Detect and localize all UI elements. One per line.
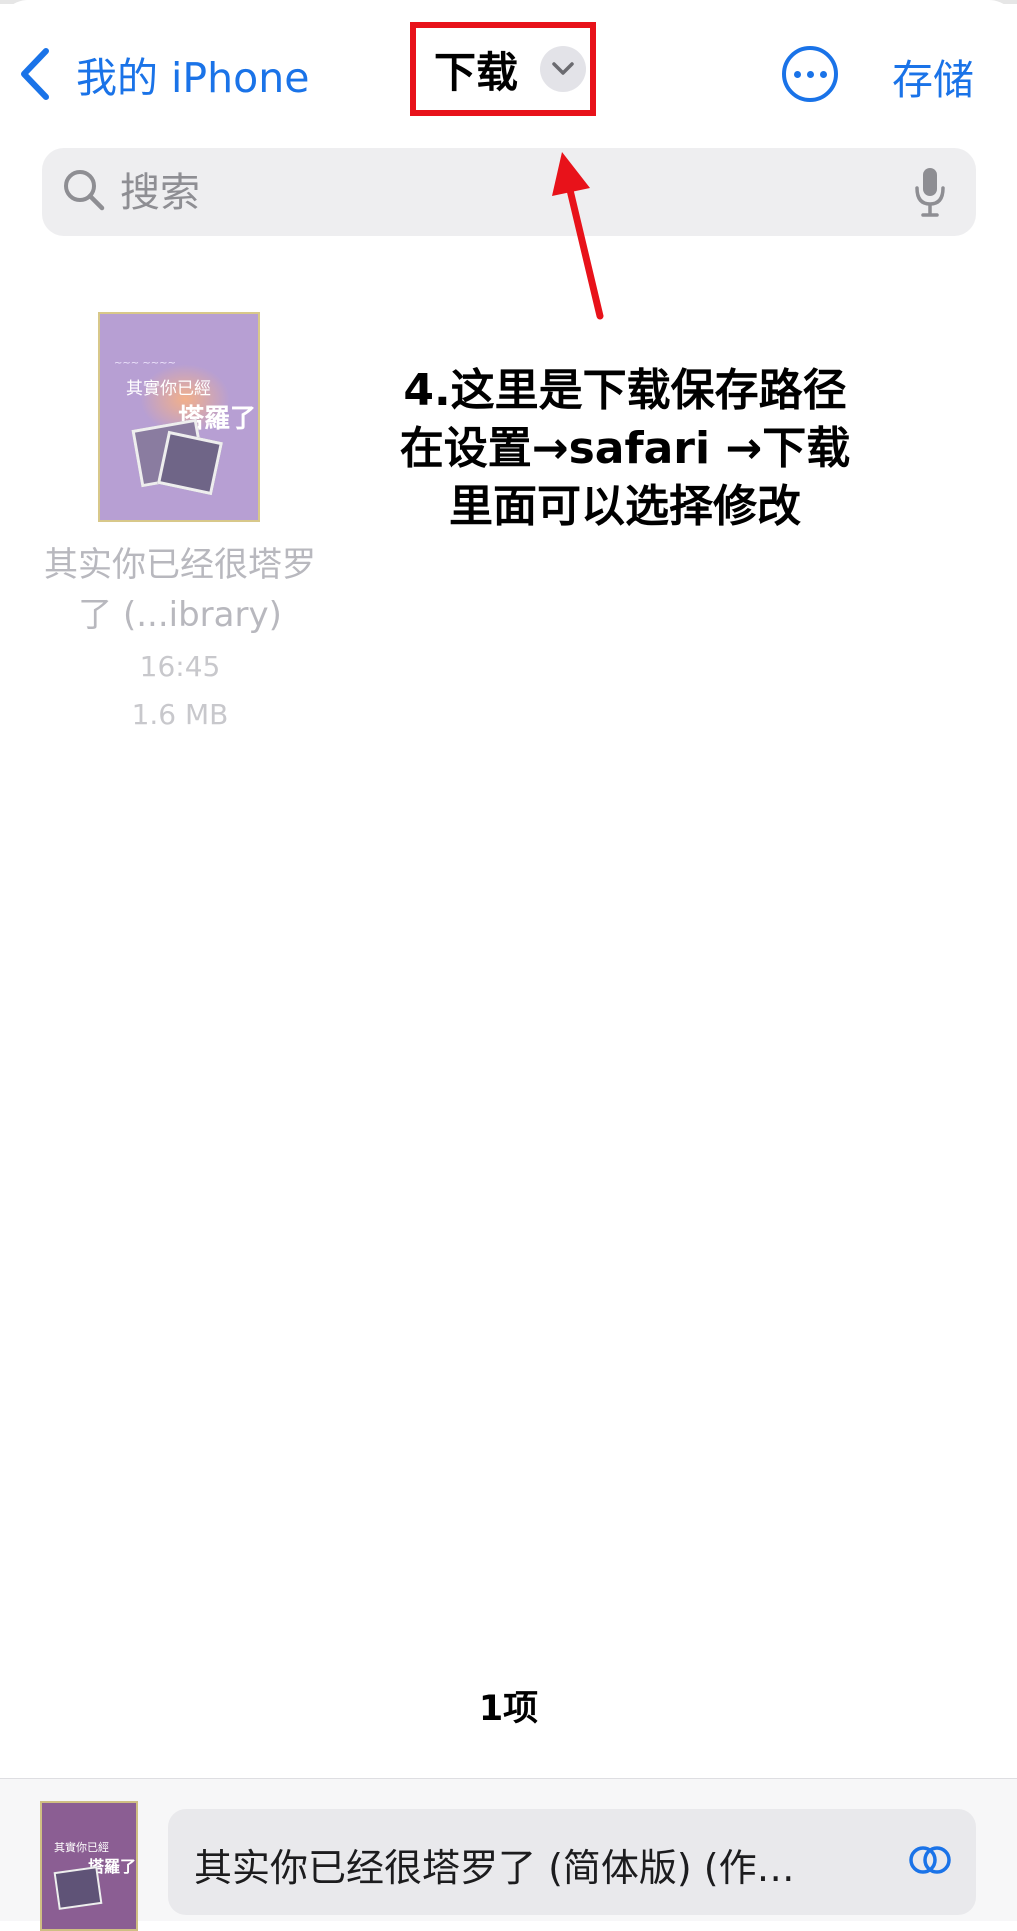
file-browser-sheet <box>0 0 1017 1920</box>
file-time: 16:45 <box>139 650 221 683</box>
annotation-line-1: 4.这里是下载保存路径 <box>403 365 847 416</box>
ellipsis-icon <box>793 70 801 78</box>
more-options-button[interactable] <box>782 46 838 102</box>
ellipsis-dot <box>806 70 814 78</box>
thumb-script: ~~~ ~~~~ <box>114 358 176 369</box>
search-bar[interactable] <box>42 148 976 236</box>
preview-card <box>53 1866 103 1910</box>
preview-thumbnail: 其實你已經 塔羅了 <box>40 1801 138 1931</box>
microphone-icon[interactable] <box>914 166 946 218</box>
file-thumbnail: ~~~ ~~~~ 其實你已經 塔羅了 <box>98 312 260 522</box>
back-label: 我的 iPhone <box>76 54 310 102</box>
filename-text: 其实你已经很塔罗了 (简体版) (作… <box>194 1846 795 1890</box>
chevron-left-icon <box>21 48 49 100</box>
filename-field[interactable]: 其实你已经很塔罗了 (简体版) (作… <box>168 1809 976 1915</box>
annotation-line-3: 里面可以选择修改 <box>449 481 801 532</box>
thumb-card <box>156 430 224 496</box>
save-button[interactable]: 存储 <box>892 46 974 106</box>
bottom-bar: 其實你已經 塔羅了 其实你已经很塔罗了 (简体版) (作… <box>0 1778 1017 1931</box>
annotation-line-2: 在设置→safari →下载 <box>399 423 851 474</box>
back-button[interactable]: 我的 iPhone <box>18 44 309 104</box>
item-count: 1项 <box>478 1689 539 1729</box>
thumb-title-1: 其實你已經 <box>126 379 211 399</box>
search-input[interactable] <box>118 162 882 224</box>
annotation-note: 4.这里是下载保存路径 在设置→safari →下载 里面可以选择修改 <box>360 362 890 536</box>
annotation-highlight-box <box>410 22 596 116</box>
ellipsis-dot <box>819 70 827 78</box>
link-rings-icon[interactable] <box>908 1843 952 1877</box>
file-name: 其实你已经很塔罗了 (...ibrary) <box>44 545 316 635</box>
annotation-arrow-icon <box>552 152 604 320</box>
file-size: 1.6 MB <box>131 698 229 731</box>
search-icon <box>64 170 105 211</box>
